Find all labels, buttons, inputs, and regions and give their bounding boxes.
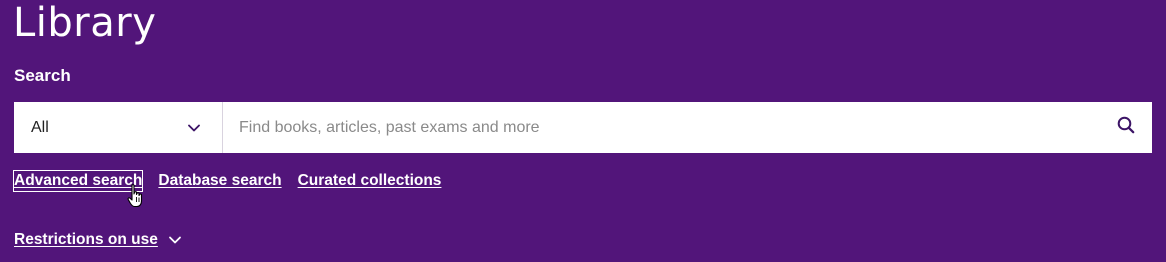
search-icon bbox=[1117, 116, 1135, 139]
search-bar: All bbox=[14, 102, 1152, 153]
search-scope-select[interactable]: All bbox=[14, 102, 223, 153]
advanced-search-link[interactable]: Advanced search bbox=[12, 170, 144, 192]
page-title: Library bbox=[13, 0, 157, 46]
restrictions-label: Restrictions on use bbox=[14, 231, 158, 248]
chevron-down-icon bbox=[168, 233, 182, 247]
search-input[interactable] bbox=[223, 102, 1100, 153]
search-label: Search bbox=[14, 66, 71, 85]
chevron-down-icon bbox=[187, 121, 201, 135]
search-links: Advanced search Database search Curated … bbox=[12, 170, 442, 192]
restrictions-toggle[interactable]: Restrictions on use bbox=[14, 230, 182, 250]
database-search-link[interactable]: Database search bbox=[158, 171, 281, 191]
curated-collections-link[interactable]: Curated collections bbox=[298, 171, 442, 191]
search-scope-value: All bbox=[31, 118, 49, 136]
search-button[interactable] bbox=[1100, 102, 1152, 153]
hand-pointer-cursor-icon bbox=[127, 183, 145, 209]
